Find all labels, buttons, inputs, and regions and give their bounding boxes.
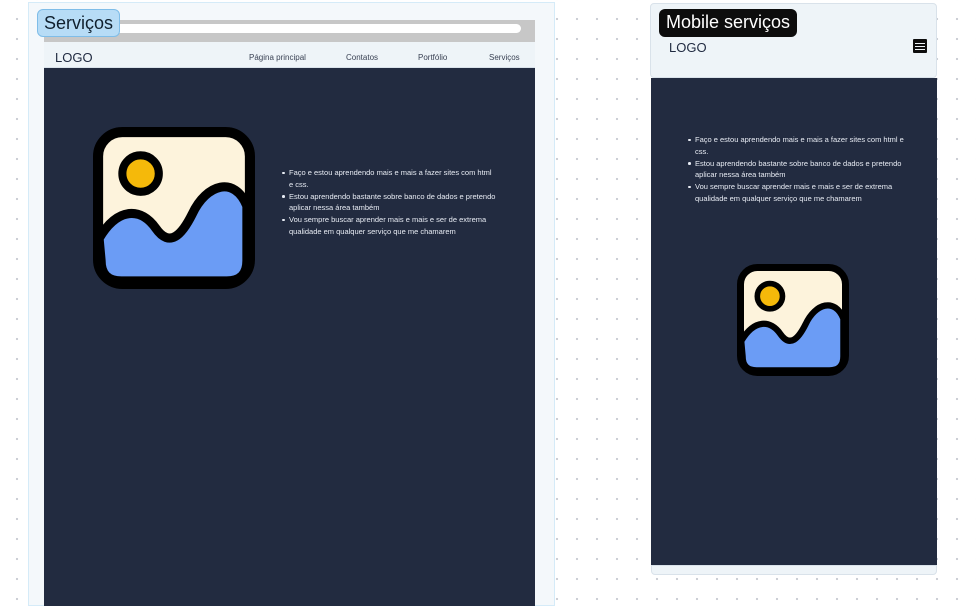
site-logo[interactable]: LOGO [55, 50, 93, 65]
desktop-page-body: Faço e estou aprendendo mais e mais a fa… [44, 68, 535, 606]
nav-link-services[interactable]: Serviços [489, 53, 520, 62]
nav-link-home[interactable]: Página principal [249, 53, 306, 62]
mobile-frame-label[interactable]: Mobile serviços [659, 9, 798, 37]
site-logo[interactable]: LOGO [669, 40, 707, 55]
list-item: Estou aprendendo bastante sobre banco de… [687, 158, 907, 182]
services-list: Faço e estou aprendendo mais e mais a fa… [687, 134, 907, 205]
list-item: Estou aprendendo bastante sobre banco de… [281, 191, 497, 215]
services-list: Faço e estou aprendendo mais e mais a fa… [281, 167, 497, 238]
image-placeholder-icon [93, 127, 255, 289]
list-item: Vou sempre buscar aprender mais e mais e… [281, 214, 497, 238]
desktop-frame-label[interactable]: Serviços [37, 9, 121, 37]
list-item: Faço e estou aprendendo mais e mais a fa… [687, 134, 907, 158]
image-placeholder-icon [737, 264, 849, 376]
desktop-site-header: LOGO Página principal Contatos Portfólio… [44, 42, 535, 68]
url-bar[interactable] [104, 24, 521, 33]
nav-link-portfolio[interactable]: Portfólio [418, 53, 447, 62]
list-item: Vou sempre buscar aprender mais e mais e… [687, 181, 907, 205]
hamburger-menu-icon[interactable] [913, 39, 927, 53]
nav-link-contacts[interactable]: Contatos [346, 53, 378, 62]
list-item: Faço e estou aprendendo mais e mais a fa… [281, 167, 497, 191]
mobile-footer [651, 565, 937, 575]
mobile-page-body: Faço e estou aprendendo mais e mais a fa… [651, 78, 937, 565]
